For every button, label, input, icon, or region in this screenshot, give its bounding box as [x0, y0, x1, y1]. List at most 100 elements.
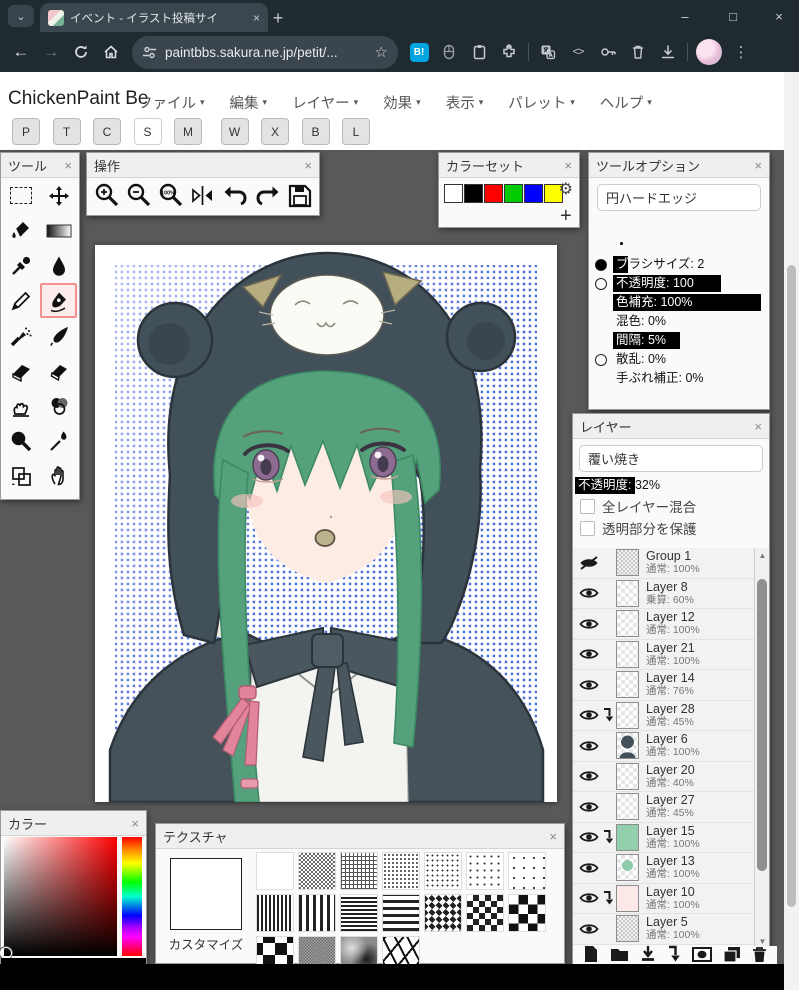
toggle-m-button[interactable]: M: [174, 118, 202, 145]
swatch-red[interactable]: [484, 184, 503, 203]
visibility-eye-icon[interactable]: [577, 769, 601, 783]
tool-eyedropper[interactable]: [2, 248, 39, 283]
page-scrollbar-thumb[interactable]: [787, 265, 796, 907]
texture-swatch-vstripes[interactable]: [298, 894, 336, 932]
layer-row[interactable]: Layer 8乗算: 60%: [573, 579, 769, 610]
blend-mode-dropdown[interactable]: 覆い焼き: [579, 445, 763, 472]
texture-swatch-checker[interactable]: [466, 894, 504, 932]
sample-all-layers-checkbox[interactable]: 全レイヤー混合: [573, 495, 769, 517]
scrollbar-thumb[interactable]: [757, 579, 767, 871]
visibility-eye-icon[interactable]: [577, 586, 601, 600]
swatch-green[interactable]: [504, 184, 523, 203]
texture-swatch-hstripes[interactable]: [382, 894, 420, 932]
visibility-eye-icon[interactable]: [577, 861, 601, 875]
brush-type-dropdown[interactable]: 円ハードエッジ: [597, 184, 761, 211]
tool-fill[interactable]: [2, 213, 39, 248]
texture-swatch-dense-dots[interactable]: [382, 852, 420, 890]
opacity-slider[interactable]: 不透明度: 100 不透明度: 100: [613, 275, 761, 292]
operations-palette-titlebar[interactable]: 操作×: [87, 153, 319, 178]
layer-row[interactable]: Layer 6通常: 100%: [573, 731, 769, 762]
colorset-palette-titlebar[interactable]: カラーセット×: [439, 153, 579, 178]
tool-transform[interactable]: [2, 458, 39, 493]
layer-row[interactable]: Layer 13通常: 100%: [573, 853, 769, 884]
redo-button[interactable]: [254, 182, 281, 214]
profile-avatar[interactable]: [696, 39, 722, 65]
opacity-toggle[interactable]: [595, 278, 607, 290]
bookmark-star-icon[interactable]: ☆: [375, 43, 388, 61]
color-palette-titlebar[interactable]: カラー×: [1, 811, 146, 836]
new-tab-button[interactable]: +: [266, 6, 290, 30]
layer-row[interactable]: Layer 14通常: 76%: [573, 670, 769, 701]
tool-blender[interactable]: [40, 388, 77, 423]
visibility-eye-icon[interactable]: [577, 678, 601, 692]
toggle-x-button[interactable]: X: [261, 118, 289, 145]
devtools-button[interactable]: <>: [563, 37, 593, 67]
texture-swatch-grid[interactable]: [340, 852, 378, 890]
browser-menu-button[interactable]: ⋮: [726, 37, 756, 67]
visibility-eye-icon[interactable]: [577, 922, 601, 936]
browser-tab[interactable]: イベント - イラスト投稿サイト Petit N ×: [40, 3, 268, 32]
tool-smudge[interactable]: [2, 388, 39, 423]
menu-effects[interactable]: 効果▾: [383, 92, 421, 113]
layer-row-group1[interactable]: Group 1通常: 100%: [573, 548, 769, 579]
forward-button[interactable]: →: [36, 37, 66, 67]
add-swatch-button[interactable]: +: [560, 205, 572, 228]
tool-options-titlebar[interactable]: ツールオプション×: [589, 153, 769, 178]
tool-rect-select[interactable]: [2, 178, 39, 213]
menu-help[interactable]: ヘルプ▾: [600, 92, 652, 113]
close-icon[interactable]: ×: [64, 158, 72, 173]
menu-file[interactable]: ファイル▾: [138, 92, 205, 113]
visibility-hidden-icon[interactable]: [577, 556, 601, 570]
layer-row[interactable]: Layer 5通常: 100%: [573, 914, 769, 945]
menu-layer[interactable]: レイヤー▾: [292, 92, 358, 113]
toggle-w-button[interactable]: W: [221, 118, 249, 145]
visibility-eye-icon[interactable]: [577, 830, 601, 844]
layer-opacity-slider[interactable]: 不透明度: 32% 不透明度: 32%: [575, 477, 761, 494]
clipboard-extension-button[interactable]: [464, 37, 494, 67]
spacing-slider[interactable]: 間隔: 5% 間隔: 5%: [613, 332, 761, 349]
color-charge-slider[interactable]: 色補充: 100% 色補充: 100%: [613, 294, 761, 311]
tools-palette-titlebar[interactable]: ツール×: [1, 153, 79, 178]
menu-edit[interactable]: 編集▾: [230, 92, 268, 113]
swatch-black[interactable]: [464, 184, 483, 203]
texture-swatch-sparse-dots[interactable]: [466, 852, 504, 890]
clear-data-button[interactable]: [623, 37, 653, 67]
tool-pan[interactable]: [40, 458, 77, 493]
swatch-blue[interactable]: [524, 184, 543, 203]
flip-horizontal-button[interactable]: [189, 182, 216, 214]
texture-swatch-none[interactable]: [256, 852, 294, 890]
saturation-value-picker[interactable]: [4, 837, 117, 956]
toggle-s-button[interactable]: S: [134, 118, 162, 145]
drawing-canvas[interactable]: [95, 245, 557, 802]
window-minimize-button[interactable]: –: [663, 0, 707, 32]
zoom-100-button[interactable]: 100%: [157, 182, 184, 214]
toggle-p-button[interactable]: P: [12, 118, 40, 145]
texture-swatch-medium-dots[interactable]: [424, 852, 462, 890]
tab-close-icon[interactable]: ×: [253, 11, 260, 25]
home-button[interactable]: [96, 37, 126, 67]
tool-dodge[interactable]: [2, 423, 39, 458]
visibility-eye-icon[interactable]: [577, 800, 601, 814]
toggle-b-button[interactable]: B: [302, 118, 330, 145]
scatter-toggle[interactable]: [595, 354, 607, 366]
toggle-l-button[interactable]: L: [342, 118, 370, 145]
url-text[interactable]: paintbbs.sakura.ne.jp/petit/...: [165, 45, 367, 60]
toggle-t-button[interactable]: T: [53, 118, 81, 145]
tool-brush[interactable]: [40, 318, 77, 353]
scroll-up-icon[interactable]: ▲: [755, 548, 770, 562]
layer-row[interactable]: Layer 27通常: 45%: [573, 792, 769, 823]
hatena-bookmark-extension-button[interactable]: B!: [404, 37, 434, 67]
tool-burn[interactable]: [40, 423, 77, 458]
toggle-c-button[interactable]: C: [93, 118, 121, 145]
close-icon[interactable]: ×: [304, 158, 312, 173]
tool-gradient[interactable]: [40, 213, 77, 248]
close-icon[interactable]: ×: [549, 829, 557, 844]
texture-palette-titlebar[interactable]: テクスチャ×: [156, 824, 564, 849]
close-icon[interactable]: ×: [131, 816, 139, 831]
close-icon[interactable]: ×: [754, 158, 762, 173]
hue-slider[interactable]: [122, 837, 142, 956]
extensions-button[interactable]: [494, 37, 524, 67]
layer-row[interactable]: Layer 20通常: 40%: [573, 762, 769, 793]
tool-move[interactable]: [40, 178, 77, 213]
brush-size-slider[interactable]: ブラシサイズ: 2 ブラシサイズ: 2: [613, 256, 761, 273]
